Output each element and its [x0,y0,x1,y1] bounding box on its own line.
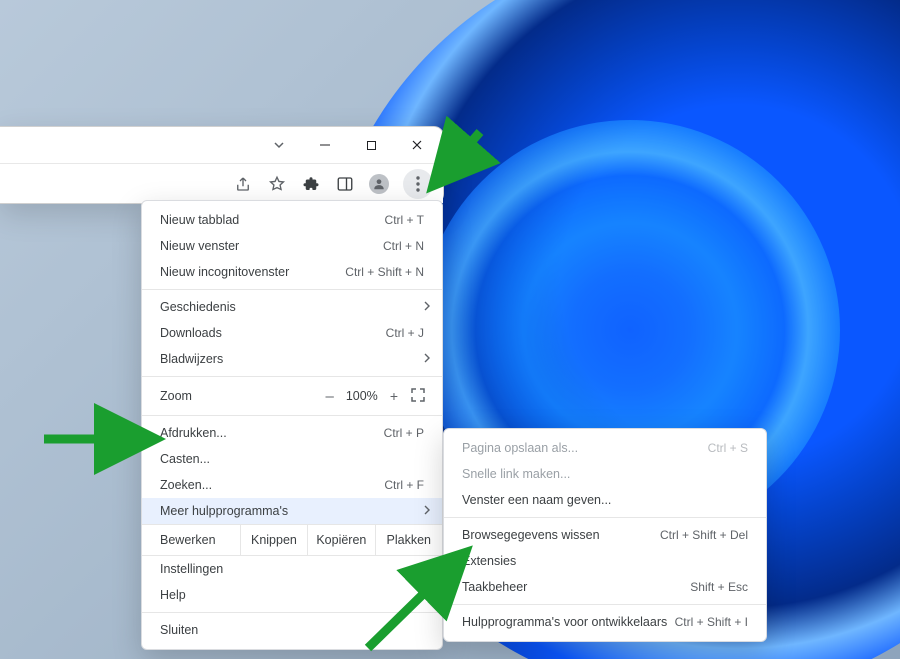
menu-item-label: Hulpprogramma's voor ontwikkelaars [462,615,667,629]
fullscreen-icon[interactable] [410,387,428,405]
zoom-out-button[interactable]: – [325,388,333,405]
menu-item-find[interactable]: Zoeken... Ctrl + F [142,472,442,498]
menu-item-incognito[interactable]: Nieuw incognitovenster Ctrl + Shift + N [142,259,442,285]
chevron-right-icon [424,504,430,518]
menu-shortcut: Ctrl + J [386,326,424,340]
chevron-right-icon [424,352,430,366]
sidepanel-icon[interactable] [335,174,355,194]
menu-item-print[interactable]: Afdrukken... Ctrl + P [142,420,442,446]
menu-item-help[interactable]: Help [142,582,442,608]
submenu-item-create-shortcut[interactable]: Snelle link maken... [444,461,766,487]
menu-separator [444,517,766,518]
menu-item-label: Nieuw venster [160,239,239,253]
more-tools-submenu: Pagina opslaan als... Ctrl + S Snelle li… [443,428,767,642]
menu-item-label: Sluiten [160,623,198,637]
submenu-item-devtools[interactable]: Hulpprogramma's voor ontwikkelaars Ctrl … [444,609,766,635]
extensions-puzzle-icon[interactable] [301,174,321,194]
menu-item-new-tab[interactable]: Nieuw tabblad Ctrl + T [142,207,442,233]
zoom-label: Zoom [160,389,192,403]
menu-item-edit: Bewerken Knippen Kopiëren Plakken [142,524,442,556]
menu-item-cast[interactable]: Casten... [142,446,442,472]
menu-shortcut: Ctrl + Shift + Del [660,528,748,542]
chrome-main-menu: Nieuw tabblad Ctrl + T Nieuw venster Ctr… [141,200,443,650]
edit-label: Bewerken [142,525,240,555]
menu-shortcut: Ctrl + P [384,426,424,440]
menu-item-label: Afdrukken... [160,426,227,440]
menu-item-label: Geschiedenis [160,300,236,314]
tab-list-chevron-icon[interactable] [267,133,291,157]
browser-window [0,126,444,204]
menu-shortcut: Shift + Esc [690,580,748,594]
menu-item-label: Venster een naam geven... [462,493,611,507]
menu-item-label: Downloads [160,326,222,340]
submenu-item-save-page[interactable]: Pagina opslaan als... Ctrl + S [444,435,766,461]
close-button[interactable] [397,130,437,160]
titlebar [0,127,443,163]
menu-item-label: Snelle link maken... [462,467,570,481]
menu-item-label: Taakbeheer [462,580,527,594]
edit-cut-button[interactable]: Knippen [240,525,307,555]
menu-shortcut: Ctrl + F [384,478,424,492]
menu-item-more-tools[interactable]: Meer hulpprogramma's [142,498,442,524]
zoom-value: 100% [346,389,378,403]
menu-separator [142,612,442,613]
menu-item-downloads[interactable]: Downloads Ctrl + J [142,320,442,346]
menu-item-label: Pagina opslaan als... [462,441,578,455]
menu-item-label: Help [160,588,186,602]
menu-separator [142,415,442,416]
menu-item-label: Instellingen [160,562,223,576]
menu-item-settings[interactable]: Instellingen [142,556,442,582]
menu-item-label: Extensies [462,554,516,568]
menu-item-label: Casten... [160,452,210,466]
submenu-item-task-manager[interactable]: Taakbeheer Shift + Esc [444,574,766,600]
menu-shortcut: Ctrl + Shift + I [675,615,748,629]
menu-item-zoom: Zoom – 100% + [142,381,442,411]
menu-item-label: Bladwijzers [160,352,223,366]
menu-item-exit[interactable]: Sluiten [142,617,442,643]
minimize-button[interactable] [305,130,345,160]
chevron-right-icon [424,588,430,602]
menu-item-bookmarks[interactable]: Bladwijzers [142,346,442,372]
submenu-item-name-window[interactable]: Venster een naam geven... [444,487,766,513]
menu-item-history[interactable]: Geschiedenis [142,294,442,320]
share-icon[interactable] [233,174,253,194]
menu-item-new-window[interactable]: Nieuw venster Ctrl + N [142,233,442,259]
menu-item-label: Browsegegevens wissen [462,528,600,542]
browser-toolbar [0,163,443,203]
submenu-item-clear-browsing-data[interactable]: Browsegegevens wissen Ctrl + Shift + Del [444,522,766,548]
menu-shortcut: Ctrl + N [383,239,424,253]
menu-separator [444,604,766,605]
star-icon[interactable] [267,174,287,194]
maximize-button[interactable] [351,130,391,160]
menu-separator [142,289,442,290]
edit-paste-button[interactable]: Plakken [375,525,442,555]
menu-shortcut: Ctrl + Shift + N [345,265,424,279]
menu-shortcut: Ctrl + S [708,441,748,455]
menu-item-label: Meer hulpprogramma's [160,504,288,518]
menu-item-label: Nieuw tabblad [160,213,239,227]
main-menu-button[interactable] [403,169,433,199]
chevron-right-icon [424,300,430,314]
menu-item-label: Nieuw incognitovenster [160,265,289,279]
submenu-item-extensions[interactable]: Extensies [444,548,766,574]
edit-copy-button[interactable]: Kopiëren [307,525,374,555]
profile-avatar-icon[interactable] [369,174,389,194]
menu-shortcut: Ctrl + T [385,213,424,227]
menu-item-label: Zoeken... [160,478,212,492]
menu-separator [142,376,442,377]
zoom-in-button[interactable]: + [390,388,398,404]
